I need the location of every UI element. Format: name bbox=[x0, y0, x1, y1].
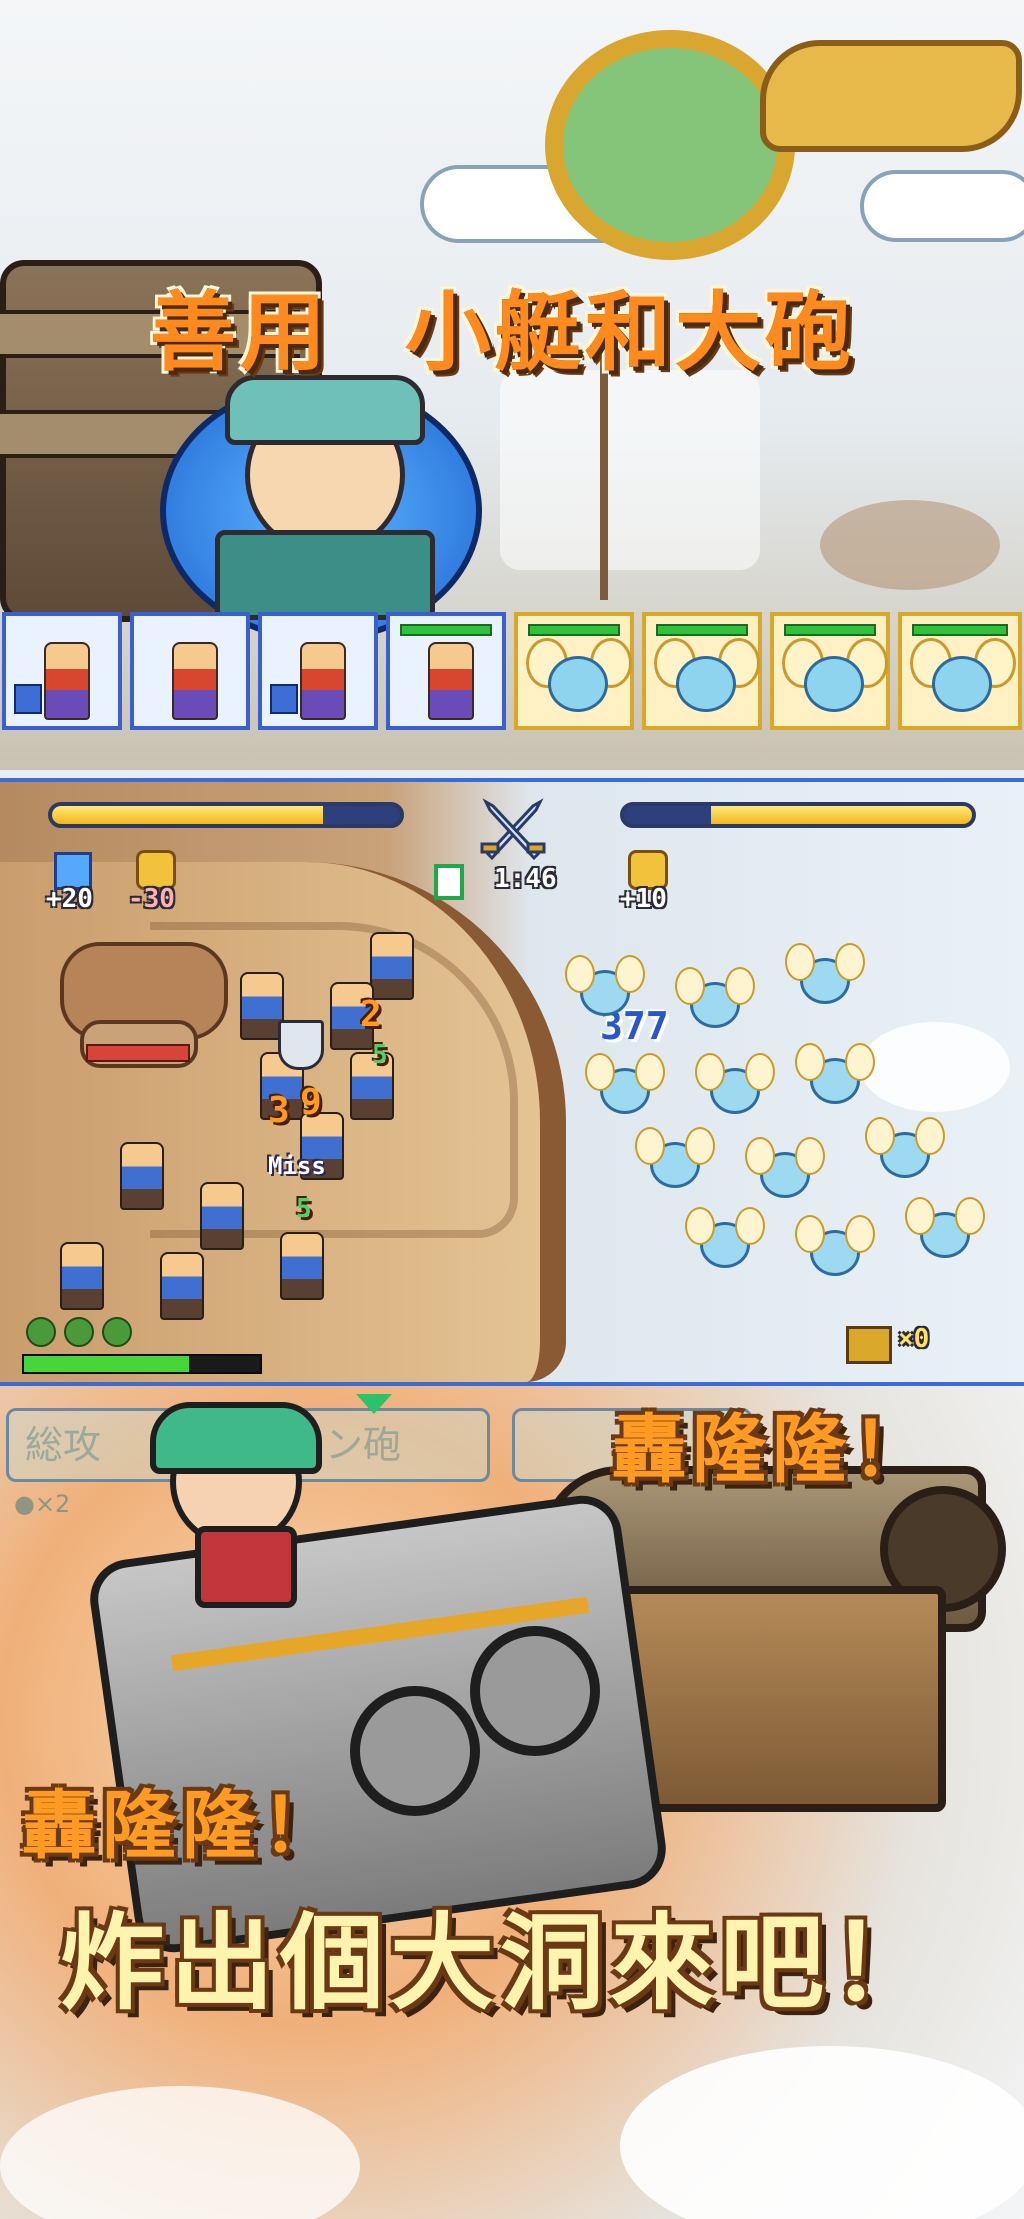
treasure-counter: ×0 bbox=[898, 1324, 930, 1354]
enemy-fairy bbox=[745, 1137, 825, 1198]
enemy-hp-bar bbox=[620, 802, 976, 828]
hp-bar bbox=[912, 624, 1008, 636]
pilot-body bbox=[195, 1526, 297, 1608]
crew-member bbox=[200, 1182, 244, 1250]
enemy-fairy bbox=[585, 1053, 665, 1114]
pilot-hair bbox=[150, 1402, 322, 1474]
crew-member bbox=[120, 1142, 164, 1210]
battle-panel: +20 -30 1:46 +10 2 3 9 5 5 Miss 377 ×0 bbox=[0, 778, 1024, 1386]
enemy-slot[interactable] bbox=[898, 612, 1022, 730]
headline: 炸出個大洞來吧！ bbox=[60, 1902, 941, 2024]
shield-icon bbox=[278, 1020, 324, 1070]
captain-coat bbox=[215, 530, 435, 620]
crew-portrait bbox=[428, 642, 474, 720]
enemy-fairy bbox=[675, 967, 755, 1028]
miss-label: Miss bbox=[268, 1152, 326, 1180]
fairy-portrait bbox=[676, 656, 736, 712]
treasure-icon bbox=[846, 1326, 892, 1364]
enemy-fairy bbox=[905, 1197, 985, 1258]
enemy-fairy bbox=[695, 1053, 775, 1114]
crew-slot[interactable] bbox=[2, 612, 122, 730]
enemy-fairy bbox=[795, 1215, 875, 1276]
enemy-slot[interactable] bbox=[770, 612, 890, 730]
cloud bbox=[860, 170, 1024, 242]
crew-slot[interactable] bbox=[258, 612, 378, 730]
shout-left: 轟隆隆！ bbox=[22, 1783, 342, 1869]
crew-portrait bbox=[172, 642, 218, 720]
gunboat-cannon bbox=[350, 1686, 480, 1816]
crew-member bbox=[160, 1252, 204, 1320]
crew-slot[interactable] bbox=[130, 612, 250, 730]
damage-number: 5 bbox=[372, 1040, 388, 1070]
shout-right: 轟隆隆！ bbox=[612, 1407, 932, 1493]
crew-portrait bbox=[300, 642, 346, 720]
boat-cannon bbox=[86, 1044, 190, 1062]
skill-orb bbox=[102, 1317, 132, 1347]
skill-gauge-fill bbox=[24, 1356, 190, 1372]
hp-bar bbox=[784, 624, 876, 636]
crew-member bbox=[280, 1232, 324, 1300]
shield-icon bbox=[270, 684, 298, 714]
enemy-hp-fill bbox=[711, 806, 972, 824]
cloud bbox=[0, 2086, 360, 2219]
title-word-right: 小艇和大砲 bbox=[405, 283, 855, 383]
battle-timer: 1:46 bbox=[494, 864, 557, 894]
crew-member bbox=[60, 1242, 104, 1310]
enemy-fairy bbox=[865, 1117, 945, 1178]
sword-cross-icon bbox=[478, 794, 548, 864]
attack-stat: -30 bbox=[128, 884, 175, 914]
menu-label: 総攻 bbox=[25, 1423, 102, 1467]
damage-number: 9 bbox=[300, 1082, 322, 1123]
skill-orb bbox=[26, 1317, 56, 1347]
propeller-boat bbox=[820, 500, 1000, 590]
menu-sub-count: ●×2 bbox=[14, 1490, 71, 1518]
skill-orb bbox=[64, 1317, 94, 1347]
fairy-portrait bbox=[932, 656, 992, 712]
enemy-fairy bbox=[635, 1127, 715, 1188]
player-hp-bar bbox=[48, 802, 404, 828]
enemy-fairy bbox=[565, 955, 645, 1016]
crew-slot[interactable] bbox=[386, 612, 506, 730]
enemy-fairy bbox=[795, 1043, 875, 1104]
shield-icon bbox=[14, 684, 42, 714]
crew-member bbox=[370, 932, 414, 1000]
hp-bar bbox=[528, 624, 620, 636]
player-hp-fill bbox=[52, 806, 324, 824]
promo-panel-top: 善用 小艇和大砲 bbox=[0, 0, 1024, 770]
damage-number: 5 bbox=[296, 1194, 312, 1224]
selector-arrow-icon bbox=[356, 1394, 392, 1414]
smoke-cloud bbox=[860, 1022, 1010, 1112]
fairy-portrait bbox=[548, 656, 608, 712]
enemy-slot[interactable] bbox=[642, 612, 762, 730]
airship-balloon bbox=[545, 30, 795, 260]
hp-bar bbox=[656, 624, 748, 636]
sail bbox=[500, 370, 760, 570]
title-word-left: 善用 bbox=[150, 283, 330, 383]
enemy-fairy bbox=[785, 943, 865, 1004]
enemy-fairy bbox=[685, 1207, 765, 1268]
skill-gauge bbox=[22, 1354, 262, 1374]
crew-portrait bbox=[44, 642, 90, 720]
hp-bar bbox=[400, 624, 492, 636]
cloud bbox=[620, 2046, 1024, 2219]
golden-wing bbox=[760, 40, 1022, 152]
damage-number: 3 bbox=[268, 1090, 290, 1131]
enemy-attack-stat: +10 bbox=[620, 884, 667, 914]
fairy-portrait bbox=[804, 656, 864, 712]
hourglass-icon bbox=[434, 864, 464, 900]
defense-stat: +20 bbox=[46, 884, 93, 914]
damage-number: 2 bbox=[360, 994, 382, 1035]
enemy-slot[interactable] bbox=[514, 612, 634, 730]
promo-panel-bottom: 総攻 ●×2 ノン砲 轟隆隆！ 轟隆隆！ 炸出個大洞來吧！ bbox=[0, 1386, 1024, 2219]
gunboat-cannon bbox=[470, 1626, 600, 1756]
